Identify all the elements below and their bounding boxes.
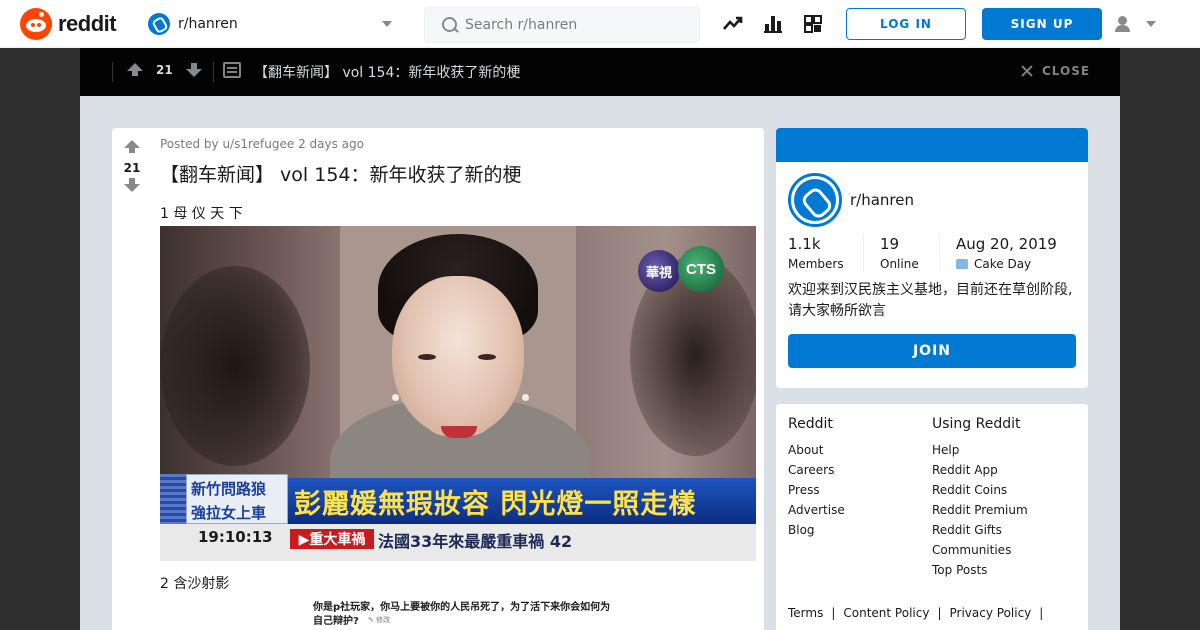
cake-day-stat: Aug 20, 2019 Cake Day [956,235,1057,271]
post-top-bar: 21 【翻车新闻】 vol 154：新年收获了新的梗 CLOSE [80,48,1120,96]
footer-heading: Using Reddit [932,416,1021,432]
footer-column-using-reddit: Using Reddit Help Reddit App Reddit Coin… [932,416,1028,580]
news-ticker-text: 法國33年來最嚴重車禍 42 [378,532,573,551]
news-sub-line-1: 新竹問路狼 [191,480,267,498]
close-button[interactable]: CLOSE [1020,64,1090,78]
question-screenshot-image[interactable]: 你是p社玩家，你马上要被你的人民吊死了，为了活下来你会如何为 自己辩护? ✎ 修… [160,592,756,630]
user-menu-dropdown[interactable] [1112,14,1162,34]
community-dropdown[interactable]: r/hanren [148,11,398,37]
vote-score: 21 [123,161,141,175]
footer-link-terms[interactable]: Terms [788,606,823,620]
login-button[interactable]: LOG IN [846,8,966,40]
close-icon [1020,64,1034,78]
community-banner [776,128,1088,162]
footer-heading: Reddit [788,416,833,432]
user-icon [1118,16,1127,25]
footer-legal-links: Terms | Content Policy | Privacy Policy … [788,606,1044,620]
post-section-1: 1 母 仪 天 下 [160,206,243,222]
post-section-2: 2 含沙射影 [160,576,230,592]
top-header: reddit r/hanren LOG IN SIGN UP [0,0,1200,48]
footer-link-reddit-premium[interactable]: Reddit Premium [932,500,1028,520]
cts-logo-right: CTS [678,246,724,292]
snoo-icon [20,8,52,40]
online-stat: 19 Online [880,235,919,271]
search-input[interactable] [465,17,685,33]
edit-label: ✎ 修改 [368,616,391,624]
upvote-icon[interactable] [127,63,143,76]
footer-link-privacy-policy[interactable]: Privacy Policy [950,606,1032,620]
footer-link-blog[interactable]: Blog [788,520,845,540]
search-icon [441,16,459,34]
downvote-icon[interactable] [124,178,140,192]
footer-link-reddit-app[interactable]: Reddit App [932,460,1028,480]
community-name: r/hanren [178,16,238,32]
footer-link-content-policy[interactable]: Content Policy [843,606,929,620]
news-time: 19:10:13 [198,528,273,546]
chevron-down-icon [1146,21,1156,27]
post-meta: Posted by u/s1refugee 2 days ago [160,137,364,151]
news-red-tag: ▶重大車禍 [290,529,374,549]
close-label: CLOSE [1042,64,1091,78]
footer-link-top-posts[interactable]: Top Posts [932,560,1028,580]
footer-link-advertise[interactable]: Advertise [788,500,845,520]
post-score: 21 [156,63,173,77]
members-stat: 1.1k Members [788,235,844,271]
members-count: 1.1k [788,235,821,253]
about-community-card: r/hanren 1.1k Members 19 Online Aug 20, … [776,128,1088,388]
post-bar-title: 【翻车新闻】 vol 154：新年收获了新的梗 [254,65,521,81]
footer-link-about[interactable]: About [788,440,845,460]
community-icon [148,13,170,35]
news-sub-line-2: 強拉女上車 [191,504,267,522]
post-title: 【翻车新闻】 vol 154：新年收获了新的梗 [160,164,522,186]
chevron-down-icon [382,21,392,27]
reddit-logo[interactable]: reddit [20,8,117,40]
footer-link-careers[interactable]: Careers [788,460,845,480]
footer-link-press[interactable]: Press [788,480,845,500]
coins-icon[interactable] [802,13,824,35]
join-button[interactable]: JOIN [788,334,1076,368]
online-count: 19 [880,235,900,253]
cts-logo-left: 華視 [638,250,680,292]
logo-wordmark: reddit [58,11,117,36]
news-screenshot-image[interactable]: 華視 CTS 新竹問路狼 強拉女上車 彭麗媛無瑕妝容 閃光燈一照走樣 19:10… [160,226,756,561]
footer-link-reddit-coins[interactable]: Reddit Coins [932,480,1028,500]
cake-icon [956,259,968,269]
search-box[interactable] [424,7,700,43]
signup-button[interactable]: SIGN UP [982,8,1102,40]
footer-link-communities[interactable]: Communities [932,540,1028,560]
upvote-icon[interactable] [124,140,140,153]
community-description: 欢迎来到汉民族主义基地，目前还在草创阶段,请大家畅所欲言 [788,282,1073,319]
community-name[interactable]: r/hanren [850,191,914,209]
members-label: Members [788,257,844,271]
comment-icon[interactable] [223,62,241,78]
community-icon[interactable] [788,173,842,227]
post-card: 21 Posted by u/s1refugee 2 days ago 【翻车新… [112,128,764,630]
downvote-icon[interactable] [186,63,202,77]
stats-icon[interactable] [762,13,784,35]
news-headline: 彭麗媛無瑕妝容 閃光燈一照走樣 [294,489,697,520]
footer-column-reddit: Reddit About Careers Press Advertise Blo… [788,416,845,540]
footer-link-help[interactable]: Help [932,440,1028,460]
footer-links-card: Reddit About Careers Press Advertise Blo… [776,404,1088,630]
cake-day-label: Cake Day [974,257,1032,271]
footer-link-reddit-gifts[interactable]: Reddit Gifts [932,520,1028,540]
trending-icon[interactable] [722,13,744,35]
cake-day-date: Aug 20, 2019 [956,235,1057,253]
question-line-2: 自己辩护? [313,616,359,627]
question-line-1: 你是p社玩家，你马上要被你的人民吊死了，为了活下来你会如何为 [313,602,611,613]
online-label: Online [880,257,919,271]
